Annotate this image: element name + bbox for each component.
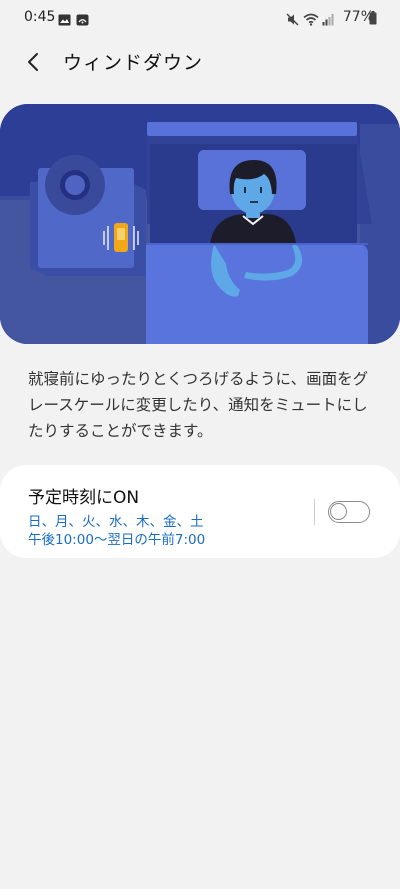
divider	[314, 499, 315, 525]
schedule-title: 予定時刻にON	[28, 488, 140, 508]
toggle-knob	[330, 503, 347, 520]
back-arrow-icon	[28, 53, 38, 71]
mute-icon	[286, 11, 300, 30]
schedule-toggle[interactable]	[328, 501, 370, 523]
person-in-bed-illustration	[0, 104, 400, 344]
schedule-time: 午後10:00～翌日の午前7:00	[28, 532, 206, 548]
battery-icon	[369, 10, 377, 29]
status-time: 0:45	[24, 9, 56, 25]
schedule-days: 日、月、火、水、木、金、土	[28, 514, 204, 530]
page-title: ウィンドダウン	[63, 52, 204, 74]
cast-icon	[76, 11, 89, 30]
header: ウィンドダウン	[0, 40, 400, 84]
hero-illustration	[0, 104, 400, 344]
status-bar: 0:45 77%	[0, 0, 400, 36]
image-icon	[58, 11, 71, 30]
signal-icon	[322, 11, 334, 30]
description-text: 就寝前にゆったりとくつろげるように、画面をグレースケールに変更したり、通知をミュ…	[28, 370, 369, 440]
wifi-icon	[303, 11, 319, 30]
schedule-card[interactable]: 予定時刻にON 日、月、火、水、木、金、土 午後10:00～翌日の午前7:00	[0, 465, 400, 558]
back-button[interactable]	[20, 48, 50, 76]
